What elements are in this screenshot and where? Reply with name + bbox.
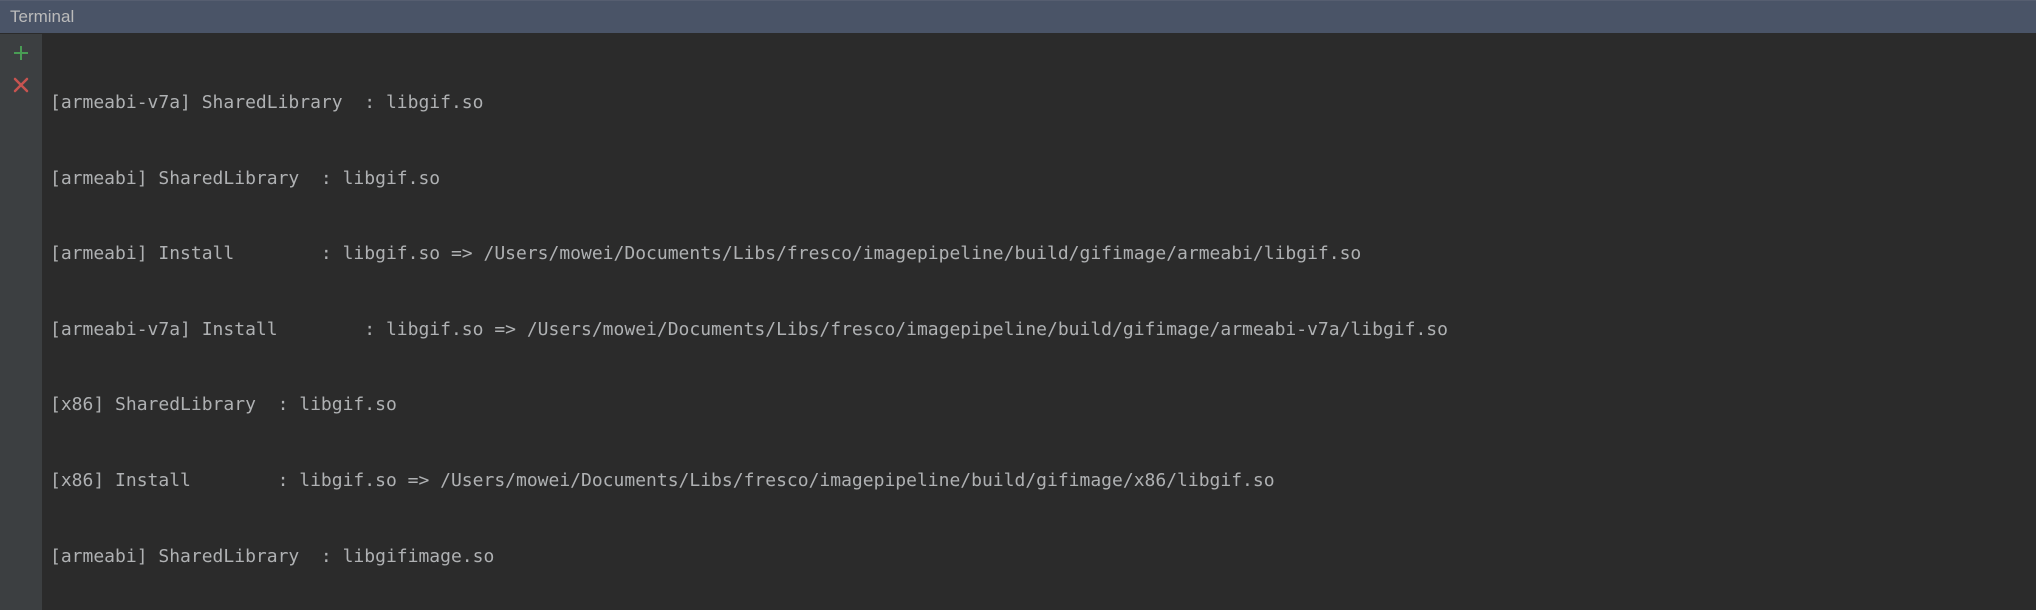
terminal-main: [armeabi-v7a] SharedLibrary : libgif.so …	[0, 34, 2036, 610]
terminal-console[interactable]: [armeabi-v7a] SharedLibrary : libgif.so …	[42, 34, 2036, 610]
console-line: [x86] Install : libgif.so => /Users/mowe…	[50, 468, 2028, 493]
console-line: [armeabi] SharedLibrary : libgif.so	[50, 166, 2028, 191]
terminal-titlebar: Terminal	[0, 0, 2036, 34]
add-session-icon[interactable]	[10, 42, 32, 64]
console-line: [x86] SharedLibrary : libgif.so	[50, 392, 2028, 417]
close-session-icon[interactable]	[10, 74, 32, 96]
console-line: [armeabi] Install : libgif.so => /Users/…	[50, 241, 2028, 266]
console-line: [armeabi] SharedLibrary : libgifimage.so	[50, 544, 2028, 569]
console-line: [armeabi-v7a] Install : libgif.so => /Us…	[50, 317, 2028, 342]
terminal-gutter	[0, 34, 42, 610]
terminal-title: Terminal	[10, 7, 74, 26]
console-line: [armeabi-v7a] SharedLibrary : libgif.so	[50, 90, 2028, 115]
